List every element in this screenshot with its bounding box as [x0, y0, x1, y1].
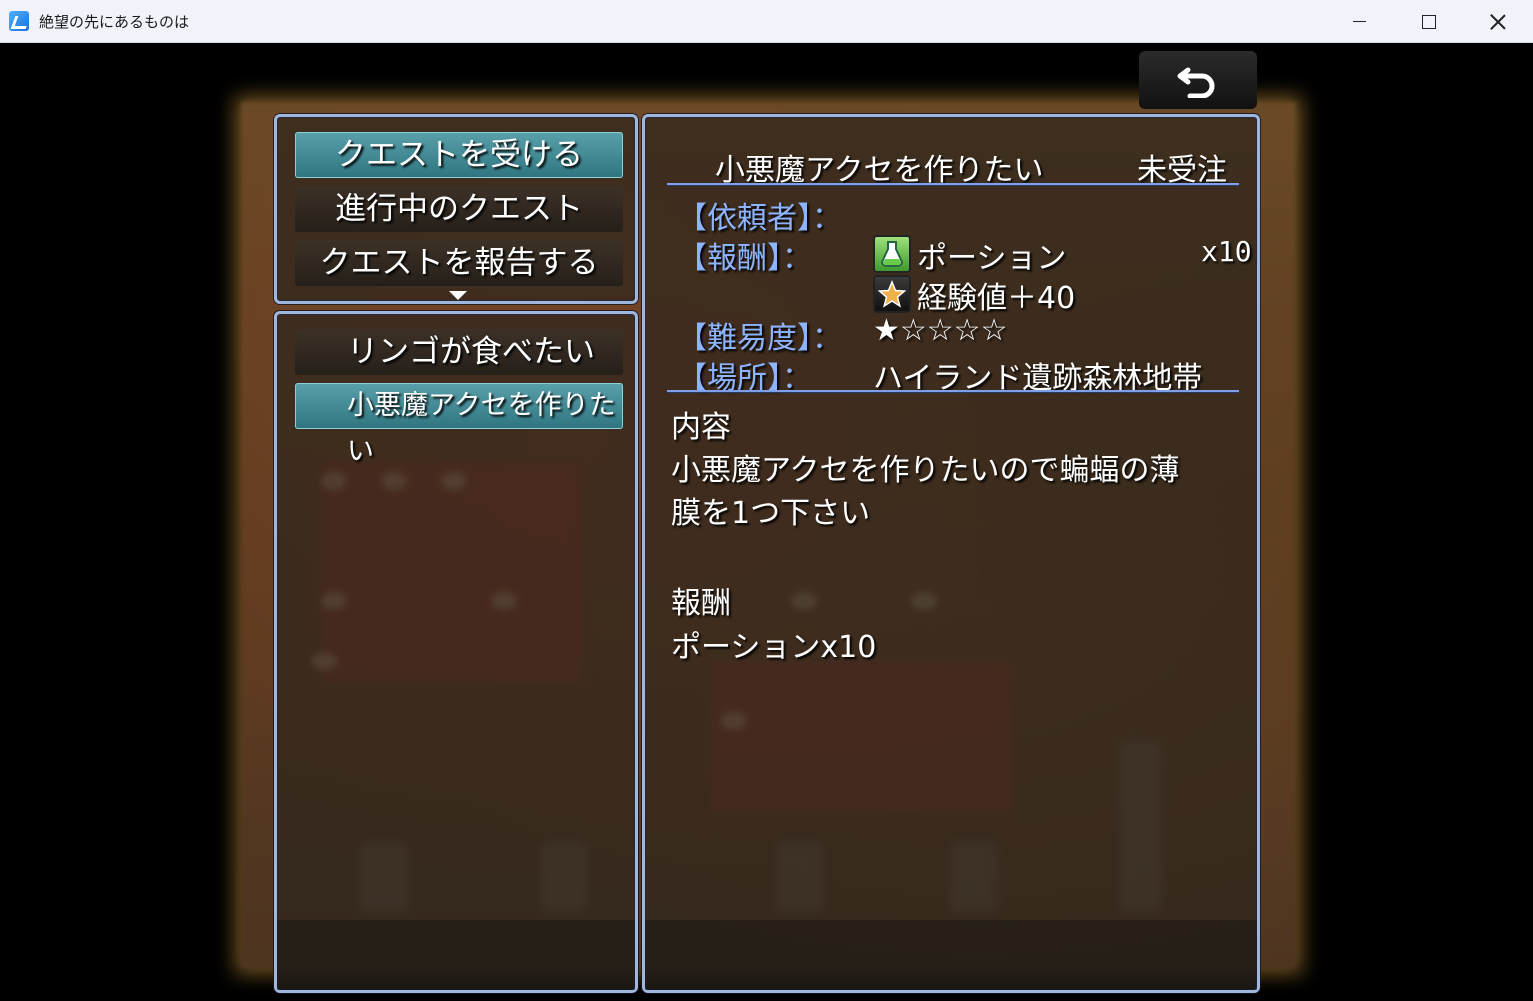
panel-footer-shade [277, 920, 635, 990]
potion-icon [873, 235, 911, 273]
info-divider [667, 390, 1239, 393]
command-window: クエストを受ける 進行中のクエスト クエストを報告する [274, 114, 638, 304]
window-titlebar: 絶望の先にあるものは [0, 0, 1533, 43]
quest-item-imp-accessory[interactable]: 小悪魔アクセを作りたい [295, 383, 623, 467]
reward-heading: 報酬 [671, 586, 731, 621]
content-line-1: 小悪魔アクセを作りたいので蝙蝠の薄 [671, 453, 1180, 488]
panel-footer-shade [645, 920, 1257, 990]
minimize-button[interactable] [1325, 0, 1394, 43]
difficulty-label: 【難易度】： [677, 321, 842, 356]
close-button[interactable] [1463, 0, 1532, 43]
back-arrow-icon [1177, 67, 1215, 98]
title-divider [667, 183, 1239, 186]
maximize-icon [1421, 14, 1436, 29]
quest-detail-window: 小悪魔アクセを作りたい 未受注 【依頼者】： 【報酬】： ポーション x10 経… [642, 114, 1260, 993]
minimize-icon [1353, 20, 1366, 23]
reward-item-qty: x10 [1201, 235, 1252, 268]
back-button[interactable] [1139, 51, 1257, 109]
star-icon [873, 275, 911, 313]
command-quests-in-progress[interactable]: 進行中のクエスト [295, 186, 623, 232]
client-label: 【依頼者】： [677, 201, 842, 236]
content-line-2: 膜を1つ下さい [671, 496, 871, 531]
difficulty-stars: ★☆☆☆☆ [873, 313, 1008, 348]
game-screen: クエストを受ける 進行中のクエスト クエストを報告する リンゴが食べたい 小悪魔… [1, 44, 1532, 1000]
app-icon [9, 11, 29, 31]
quest-item-apple[interactable]: リンゴが食べたい [295, 329, 623, 375]
content-heading: 内容 [671, 410, 731, 445]
command-report-quest[interactable]: クエストを報告する [295, 240, 623, 286]
reward-item-name: ポーション [917, 241, 1067, 276]
scroll-down-icon[interactable] [449, 291, 467, 300]
command-accept-quest[interactable]: クエストを受ける [295, 132, 623, 178]
reward-summary: ポーションx10 [671, 630, 877, 665]
close-icon [1490, 14, 1506, 30]
window-title: 絶望の先にあるものは [39, 13, 190, 31]
maximize-button[interactable] [1394, 0, 1463, 43]
reward-label: 【報酬】： [677, 241, 812, 276]
quest-list-window: リンゴが食べたい 小悪魔アクセを作りたい [274, 311, 638, 993]
reward-exp: 経験値＋40 [917, 281, 1076, 316]
